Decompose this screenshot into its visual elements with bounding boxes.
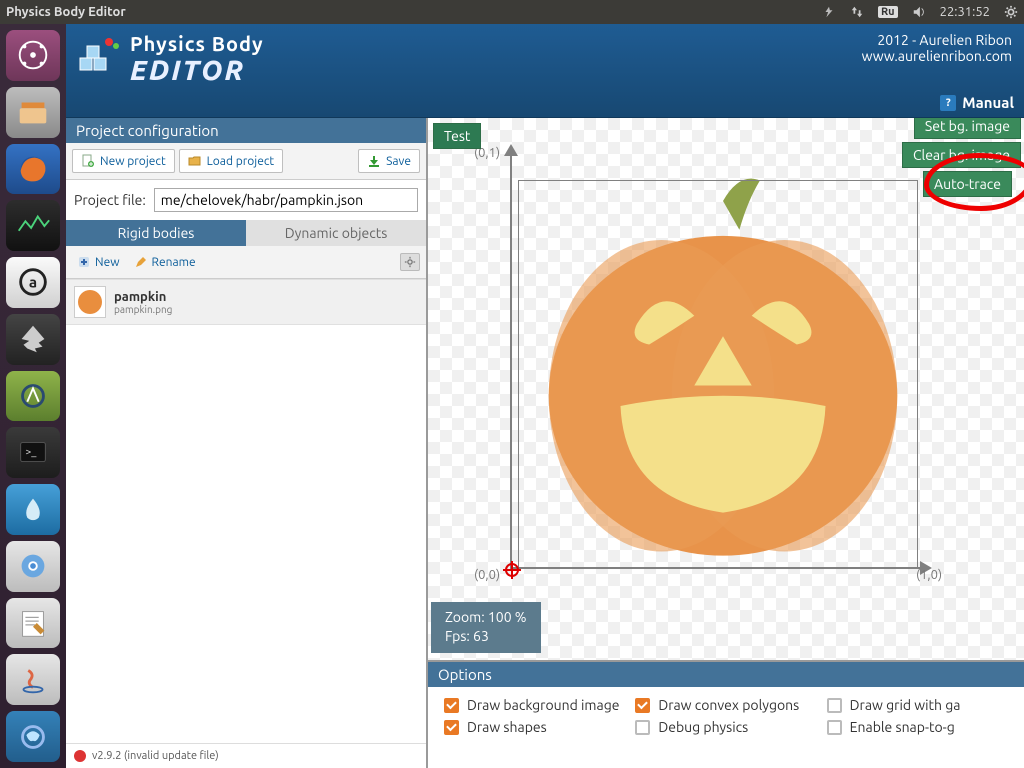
coord-0-0: (0,0): [474, 568, 500, 582]
launcher-inkscape[interactable]: [6, 314, 60, 365]
clear-bg-button[interactable]: Clear bg. image: [902, 142, 1021, 168]
launcher-firefox[interactable]: [6, 144, 60, 195]
new-body-button[interactable]: New: [72, 252, 125, 272]
project-file-label: Project file:: [74, 192, 146, 208]
launcher-drop[interactable]: [6, 484, 60, 535]
app-banner: Physics Body EDITOR 2012 - Aurelien Ribo…: [66, 24, 1024, 118]
app-name-line2: EDITOR: [130, 55, 264, 86]
test-button[interactable]: Test: [433, 123, 481, 149]
canvas-area[interactable]: (0,1) (0,0) (1,0) Test Set bg. image Cle…: [428, 118, 1024, 768]
rename-body-button[interactable]: Rename: [129, 252, 201, 272]
body-filename: pampkin.png: [114, 304, 172, 315]
app-logo: Physics Body EDITOR: [76, 32, 264, 86]
launcher-files[interactable]: [6, 87, 60, 138]
launcher-editor[interactable]: [6, 598, 60, 649]
app-name-line1: Physics Body: [130, 32, 264, 55]
launcher-dash[interactable]: [6, 30, 60, 81]
new-project-button[interactable]: New project: [72, 149, 175, 173]
checkbox-draw-bg[interactable]: Draw background image: [444, 697, 625, 713]
status-bar: v2.9.2 (invalid update file): [66, 743, 426, 768]
body-thumbnail: [74, 286, 106, 318]
load-project-label: Load project: [207, 155, 274, 168]
checkbox-debug-physics[interactable]: Debug physics: [635, 719, 816, 735]
launcher-terminal[interactable]: >_: [6, 427, 60, 478]
set-bg-button[interactable]: Set bg. image: [914, 118, 1021, 139]
unity-launcher: a >_: [0, 24, 66, 768]
launcher-chromium[interactable]: [6, 541, 60, 592]
checkbox-draw-grid[interactable]: Draw grid with ga: [827, 697, 1008, 713]
body-tabs: Rigid bodies Dynamic objects: [66, 220, 426, 246]
clock[interactable]: 22:31:52: [940, 5, 990, 19]
system-tray: Ru 22:31:52: [822, 5, 1018, 19]
project-config-heading: Project configuration: [66, 118, 426, 143]
bodies-settings-button[interactable]: [400, 253, 420, 271]
origin-marker-icon[interactable]: [502, 560, 522, 580]
status-error-icon: [74, 750, 86, 762]
credit-year: 2012 - Aurelien Ribon: [862, 32, 1012, 48]
manual-link[interactable]: ? Manual: [940, 94, 1014, 111]
body-list-item[interactable]: pampkin pampkin.png: [66, 279, 426, 325]
save-label: Save: [386, 155, 411, 168]
svg-text:a: a: [29, 274, 37, 291]
tab-rigid-bodies[interactable]: Rigid bodies: [66, 220, 246, 246]
checkbox-draw-shapes[interactable]: Draw shapes: [444, 719, 625, 735]
credits: 2012 - Aurelien Ribon www.aurelienribon.…: [862, 32, 1012, 64]
gear-icon[interactable]: [1004, 5, 1018, 19]
svg-text:>_: >_: [25, 445, 37, 457]
help-icon: ?: [940, 95, 956, 111]
save-icon: [367, 154, 381, 168]
launcher-java[interactable]: [6, 654, 60, 705]
launcher-app-a[interactable]: a: [6, 257, 60, 308]
launcher-android-studio[interactable]: [6, 371, 60, 422]
new-project-label: New project: [100, 155, 166, 168]
zoom-value: Zoom: 100 %: [445, 608, 527, 628]
new-file-icon: [81, 154, 95, 168]
image-bounds: [518, 180, 918, 568]
updown-icon[interactable]: [850, 5, 864, 19]
app-window: Physics Body EDITOR 2012 - Aurelien Ribo…: [66, 24, 1024, 768]
folder-open-icon: [188, 154, 202, 168]
network-icon[interactable]: [822, 5, 836, 19]
coord-1-0: (1,0): [916, 568, 942, 582]
save-button[interactable]: Save: [358, 149, 420, 173]
checkbox-snap[interactable]: Enable snap-to-g: [827, 719, 1008, 735]
checkbox-draw-convex[interactable]: Draw convex polygons: [635, 697, 816, 713]
plus-icon: [77, 255, 91, 269]
window-title: Physics Body Editor: [6, 5, 822, 19]
bodies-toolbar: New Rename: [66, 246, 426, 279]
load-project-button[interactable]: Load project: [179, 149, 283, 173]
launcher-monitor[interactable]: [6, 200, 60, 251]
canvas-info: Zoom: 100 % Fps: 63: [431, 602, 541, 653]
volume-icon[interactable]: [912, 5, 926, 19]
content-area: Project configuration New project Load p…: [66, 118, 1024, 768]
project-file-row: Project file:: [66, 180, 426, 220]
bodies-list[interactable]: pampkin pampkin.png: [66, 279, 426, 743]
launcher-paint[interactable]: [6, 711, 60, 762]
body-name: pampkin: [114, 290, 172, 304]
axis-y-line: [510, 153, 512, 569]
tab-dynamic-objects[interactable]: Dynamic objects: [246, 220, 426, 246]
status-text: v2.9.2 (invalid update file): [92, 750, 219, 762]
axis-y-arrow-icon: [504, 144, 518, 156]
credit-url: www.aurelienribon.com: [862, 48, 1012, 64]
pencil-icon: [134, 255, 148, 269]
auto-trace-button[interactable]: Auto-trace: [923, 171, 1012, 197]
keyboard-layout-indicator[interactable]: Ru: [878, 6, 898, 18]
left-panel: Project configuration New project Load p…: [66, 118, 428, 768]
options-panel: Options Draw background image Draw conve…: [428, 660, 1024, 768]
system-top-bar: Physics Body Editor Ru 22:31:52: [0, 0, 1024, 24]
axis-x-line: [510, 567, 922, 569]
manual-label: Manual: [962, 94, 1014, 111]
project-config-toolbar: New project Load project Save: [66, 143, 426, 180]
fps-value: Fps: 63: [445, 627, 527, 647]
options-heading: Options: [428, 662, 1024, 687]
project-file-input[interactable]: [154, 188, 418, 212]
